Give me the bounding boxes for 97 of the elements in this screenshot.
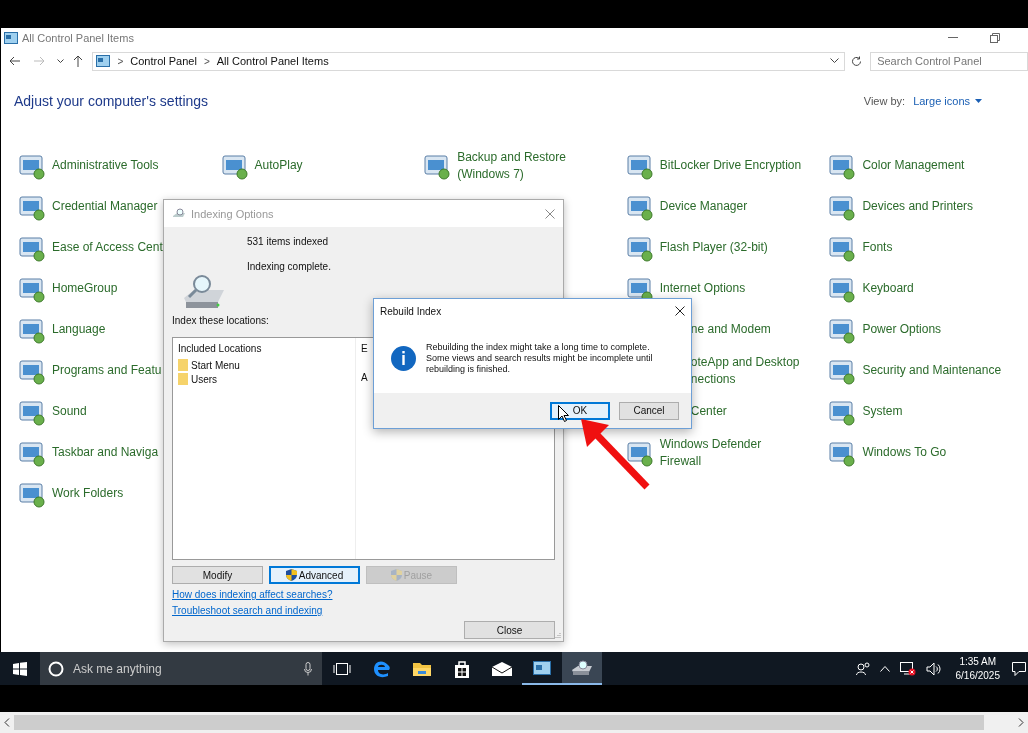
control-panel-icon — [4, 32, 18, 44]
dialog-button[interactable]: OK — [550, 401, 610, 420]
dropdown-icon[interactable] — [975, 99, 982, 103]
applet-link[interactable]: BitLocker Drive Encryption — [659, 157, 802, 174]
network-error-icon[interactable] — [899, 661, 916, 676]
people-icon[interactable] — [855, 661, 870, 676]
view-by-dropdown[interactable]: Large icons — [913, 95, 970, 107]
applet-link[interactable]: Windows Defender Firewall — [659, 435, 762, 470]
exclude-text: A — [361, 372, 368, 383]
applet-link[interactable]: Work Folders — [52, 485, 124, 502]
shield-icon — [390, 569, 402, 581]
applet-link[interactable]: Language — [52, 321, 106, 338]
up-icon[interactable] — [72, 55, 83, 67]
forward-icon[interactable] — [32, 56, 45, 66]
applet-link[interactable]: Devices and Printers — [862, 198, 974, 215]
dialog-button[interactable]: Modify — [172, 566, 263, 584]
applet-link[interactable]: Power Options — [862, 321, 942, 338]
applet-link[interactable]: Sound — [52, 403, 87, 420]
locations-label: Index these locations: — [172, 315, 270, 326]
dialog-button[interactable]: Advanced — [269, 566, 360, 584]
column-header[interactable]: E — [361, 343, 368, 354]
chevron-up-icon[interactable] — [879, 665, 890, 672]
column-header[interactable]: Included Locations — [178, 343, 350, 354]
applet-link[interactable]: Color Management — [862, 157, 965, 174]
search-box[interactable]: Ask me anything — [40, 652, 322, 685]
applet-link[interactable]: Device Manager — [659, 198, 748, 215]
drive-magnifier-icon — [172, 207, 186, 220]
close-button[interactable]: Close — [464, 621, 555, 639]
breadcrumb[interactable]: Control Panel — [130, 55, 197, 67]
applet-link[interactable]: System — [862, 403, 903, 420]
applet-link[interactable]: Internet Options — [659, 280, 746, 297]
dialog-title: Rebuild Index — [380, 305, 442, 317]
horizontal-scrollbar[interactable] — [0, 712, 1028, 733]
location-name[interactable]: Users — [191, 373, 218, 385]
applet-link[interactable]: Fonts — [862, 239, 893, 256]
scroll-left-icon[interactable] — [4, 718, 10, 727]
path-separator: > — [203, 55, 210, 67]
applet-link[interactable]: Backup and Restore (Windows 7) — [457, 148, 566, 183]
dialog-button[interactable]: Cancel — [619, 401, 679, 420]
breadcrumb[interactable]: All Control Panel Items — [216, 55, 329, 67]
search-field[interactable]: Search Control Panel — [870, 51, 1028, 71]
window-title: All Control Panel Items — [22, 32, 134, 44]
windows-start-icon[interactable] — [13, 661, 27, 676]
mouse-cursor-icon — [558, 405, 569, 422]
task-view-icon — [333, 661, 351, 676]
applet-link[interactable]: Center — [690, 403, 727, 420]
folder-icon — [178, 359, 188, 371]
applet-link[interactable]: Ease of Access Cent — [52, 239, 163, 256]
message-text: Rebuilding the index might take a long time to complete. Some views and search results might be incomplete until rebuilding is finished. — [426, 341, 653, 375]
applet-link[interactable]: Administrative Tools — [52, 157, 159, 174]
applet-link[interactable]: ne and Modem — [690, 321, 771, 338]
info-icon — [391, 345, 416, 371]
view-by-label: View by: — [863, 95, 906, 107]
path-separator: > — [117, 55, 124, 67]
address-bar[interactable]: > Control Panel > All Control Panel Items — [92, 51, 846, 71]
refresh-icon[interactable] — [851, 55, 863, 67]
applet-link[interactable]: AutoPlay — [254, 157, 303, 174]
dialog-title: Indexing Options — [191, 207, 274, 220]
resize-grip-icon[interactable] — [554, 632, 561, 639]
dropdown-icon[interactable] — [830, 58, 840, 64]
control-panel-icon — [533, 660, 551, 675]
items-indexed-count: 531 items indexed — [247, 236, 330, 247]
folder-icon — [413, 661, 431, 676]
scroll-right-icon[interactable] — [1018, 718, 1024, 727]
drive-magnifier-icon — [571, 659, 593, 676]
help-link[interactable]: Troubleshoot search and indexing — [172, 605, 323, 616]
circle-icon — [48, 660, 64, 677]
applet-link[interactable]: HomeGroup — [52, 280, 118, 297]
clock-time[interactable]: 1:35 AM — [959, 654, 997, 669]
close-icon[interactable] — [675, 306, 685, 316]
control-panel-icon — [96, 55, 111, 67]
speaker-icon[interactable] — [925, 661, 942, 676]
applet-link[interactable]: Credential Manager — [52, 198, 158, 215]
applet-link[interactable]: Security and Maintenance — [862, 362, 1002, 379]
help-link[interactable]: How does indexing affect searches? — [172, 589, 333, 600]
applet-link[interactable]: Windows To Go — [862, 444, 947, 461]
applet-link[interactable]: Flash Player (32-bit) — [659, 239, 768, 256]
browser-e-icon — [373, 659, 391, 678]
page-heading: Adjust your computer's settings — [14, 93, 209, 109]
shield-icon — [285, 569, 297, 581]
folder-icon — [178, 373, 188, 385]
applet-link[interactable]: Programs and Featu — [52, 362, 162, 379]
applet-link[interactable]: Taskbar and Naviga — [52, 444, 159, 461]
indexing-status: Indexing complete. — [247, 261, 331, 272]
envelope-icon — [492, 661, 512, 676]
applet-link[interactable]: Keyboard — [862, 280, 914, 297]
taskbar-app[interactable] — [562, 652, 602, 685]
location-name[interactable]: Start Menu — [191, 359, 240, 371]
applet-link[interactable]: oteApp and Desktop nections — [690, 353, 800, 388]
notification-icon[interactable] — [1012, 661, 1026, 676]
restore-icon[interactable] — [990, 33, 1000, 43]
shopping-bag-icon — [454, 659, 470, 678]
clock-date[interactable]: 6/16/2025 — [955, 668, 1000, 683]
microphone-icon[interactable] — [304, 661, 312, 676]
chevron-icon[interactable] — [56, 58, 64, 64]
minimize-icon[interactable] — [948, 37, 958, 39]
back-icon[interactable] — [9, 56, 21, 66]
